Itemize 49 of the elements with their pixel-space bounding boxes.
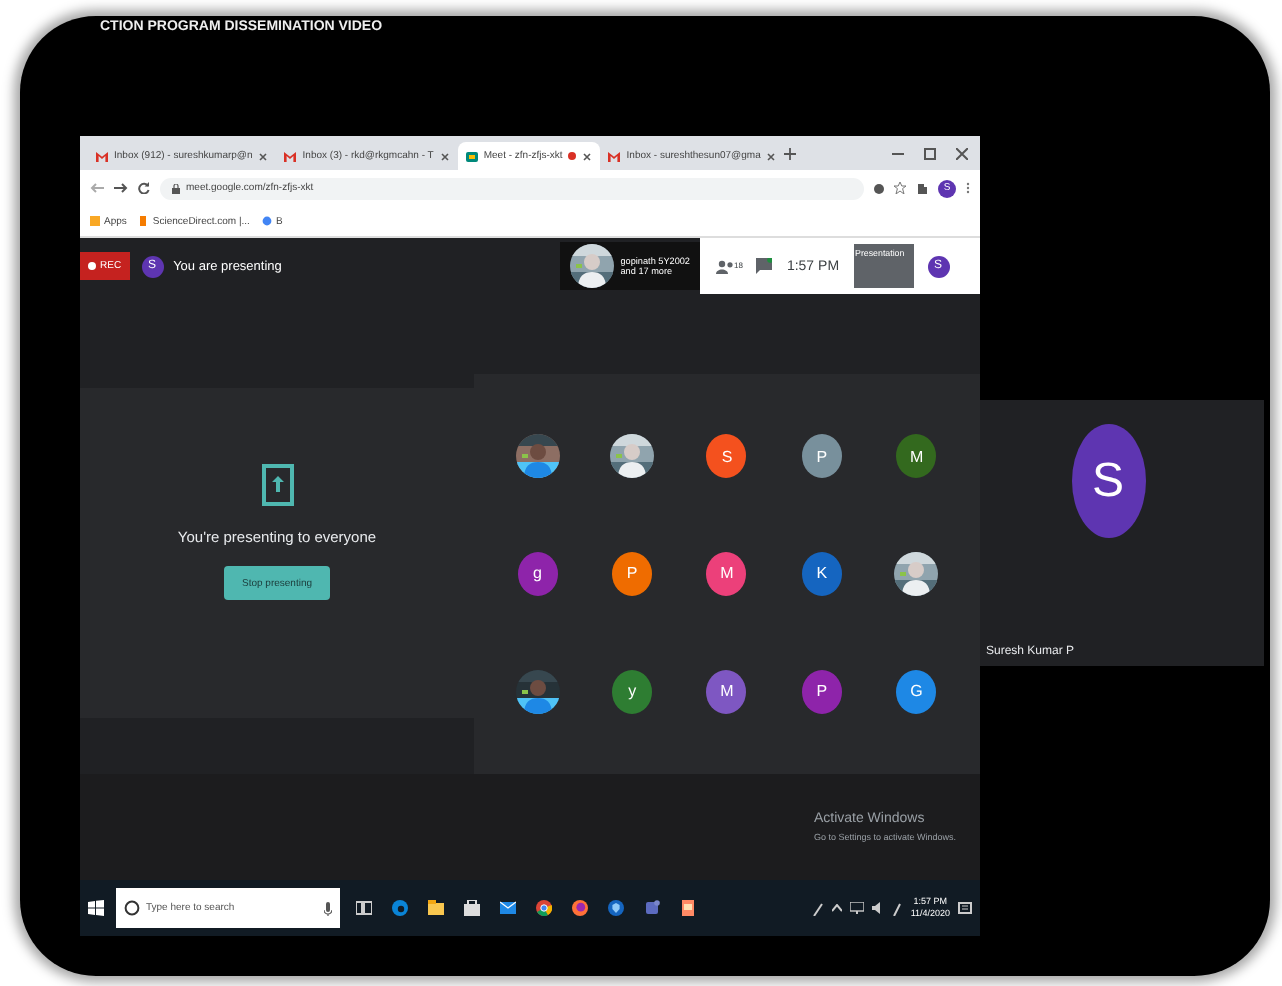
- folder-icon[interactable]: [428, 900, 444, 916]
- participant-avatar: y: [612, 669, 653, 714]
- participant-avatar: P: [612, 551, 653, 596]
- participant-avatar: P: [801, 669, 842, 714]
- task-view-icon[interactable]: [356, 900, 372, 916]
- participant-avatar: M: [706, 669, 747, 714]
- people-icon[interactable]: [716, 259, 734, 273]
- network-icon[interactable]: [850, 902, 865, 914]
- minimize-icon[interactable]: [892, 147, 904, 159]
- page-icon: [138, 216, 149, 226]
- mail-icon[interactable]: [500, 900, 516, 916]
- speaker-icon[interactable]: [872, 902, 885, 914]
- record-dot-icon: [88, 262, 96, 270]
- windows-logo-icon[interactable]: [88, 900, 104, 916]
- shopping-bag-icon[interactable]: [464, 900, 480, 916]
- participant-avatar: K: [801, 551, 842, 596]
- participant-avatar: M: [896, 434, 937, 479]
- notification-icon[interactable]: [958, 901, 972, 915]
- reload-icon[interactable]: [138, 182, 150, 194]
- close-icon[interactable]: [582, 151, 593, 161]
- chrome-icon[interactable]: [536, 900, 552, 916]
- chevron-up-icon[interactable]: [832, 904, 843, 912]
- plus-icon[interactable]: [784, 147, 797, 159]
- close-icon[interactable]: [956, 147, 968, 159]
- maximize-icon[interactable]: [924, 147, 936, 159]
- participant-avatar: g: [517, 551, 558, 596]
- participant-avatar: M: [706, 551, 747, 596]
- participant-avatar: P: [801, 434, 842, 479]
- close-icon[interactable]: [439, 151, 450, 161]
- document-icon[interactable]: [680, 900, 696, 916]
- mail-icon: [96, 151, 108, 161]
- chat-icon[interactable]: [756, 258, 773, 274]
- participant-avatar: S: [1071, 424, 1145, 538]
- apps-icon: [90, 216, 100, 226]
- microphone-icon: [324, 901, 332, 915]
- shield-icon[interactable]: [608, 900, 624, 916]
- mail-icon: [284, 151, 297, 161]
- cortana-icon: [124, 900, 140, 916]
- forward-icon[interactable]: [114, 182, 128, 194]
- globe-icon: [261, 216, 272, 226]
- mail-icon: [608, 151, 621, 161]
- lock-icon: [172, 183, 180, 193]
- star-icon[interactable]: [894, 182, 906, 194]
- participant-avatar: S: [706, 434, 747, 479]
- close-icon[interactable]: [258, 151, 269, 161]
- close-icon[interactable]: [766, 151, 777, 161]
- meet-icon: [465, 151, 478, 161]
- present-screen-icon: [261, 464, 293, 506]
- participant-avatar: G: [896, 669, 937, 714]
